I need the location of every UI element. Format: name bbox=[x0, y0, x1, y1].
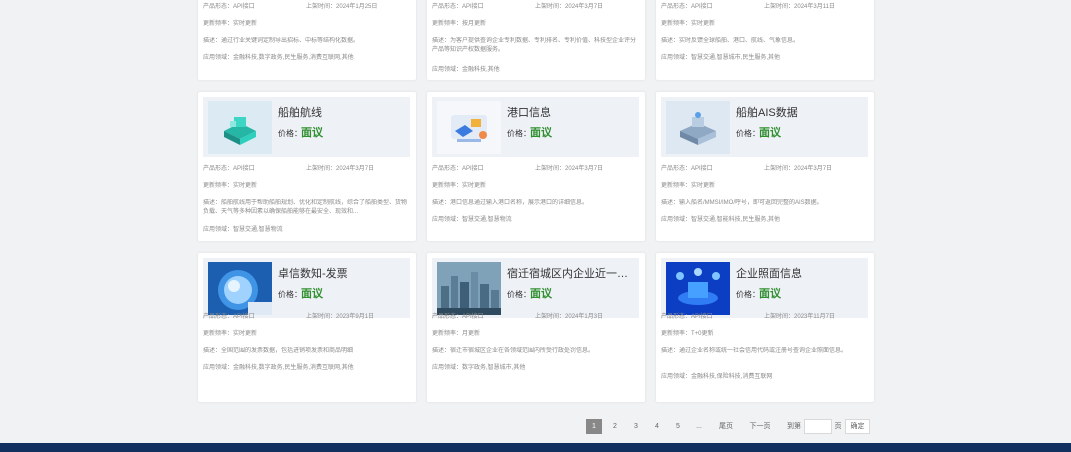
listed-meta: 上架时间：2023年9月1日 bbox=[306, 314, 375, 320]
listed-meta: 上架时间：2024年3月7日 bbox=[535, 4, 604, 10]
field-meta: 应用领域：智慧交通,智能科技,民生服务,其他 bbox=[661, 217, 781, 223]
last-page-button[interactable]: 尾页 bbox=[714, 419, 738, 434]
product-title[interactable]: 港口信息 bbox=[507, 104, 551, 120]
listed-meta: 上架时间：2024年3月7日 bbox=[535, 166, 604, 172]
goto-suffix: 页 bbox=[834, 423, 842, 430]
price-value: 面议 bbox=[530, 127, 552, 139]
description: 描述：为客户提供查询企业专利数据、专利排名、专利价值、科技型企业评分产品等知识产… bbox=[432, 38, 637, 53]
listed-meta: 上架时间：2024年3月7日 bbox=[764, 166, 833, 172]
form-meta: 产品形态：API接口 bbox=[432, 4, 484, 10]
field-meta: 应用领域：智慧交通,智慧城市,民生服务,其他 bbox=[661, 55, 781, 61]
field-meta: 应用领域：金融科技,数字政务,民生服务,消费互联网,其他 bbox=[203, 55, 354, 61]
product-card[interactable]: 产品形态：API接口 上架时间：2024年3月11日 更新频率：实时更新 描述：… bbox=[656, 0, 874, 80]
invoice-image bbox=[208, 262, 272, 315]
listed-meta: 上架时间：2024年1月3日 bbox=[535, 314, 604, 320]
freq-meta: 更新频率：实时更新 bbox=[203, 21, 258, 27]
freq-meta: 更新频率：月更新 bbox=[432, 331, 481, 337]
form-meta: 产品形态：API接口 bbox=[203, 166, 255, 172]
field-meta: 应用领域：智慧交通,智慧物流 bbox=[432, 217, 512, 223]
page-button[interactable]: 5 bbox=[670, 419, 686, 434]
page-ellipsis: ... bbox=[696, 423, 702, 430]
price-value: 面议 bbox=[759, 127, 781, 139]
product-title[interactable]: 船舶航线 bbox=[278, 104, 322, 120]
card-header: 企业照面信息 价格： 面议 bbox=[661, 258, 868, 318]
price-label: 价格： bbox=[507, 290, 531, 299]
goto-confirm-button[interactable]: 确定 bbox=[845, 419, 870, 434]
page-number-input[interactable] bbox=[804, 419, 832, 434]
price-label: 价格： bbox=[278, 290, 302, 299]
description: 描述：全国范围的发票数据，包括进销项发票和商品明细 bbox=[203, 348, 354, 354]
enterprise-image bbox=[666, 262, 730, 315]
price-value: 面议 bbox=[301, 127, 323, 139]
form-meta: 产品形态：API接口 bbox=[203, 4, 255, 10]
field-meta: 应用领域：金融科技,保险科技,消费互联网 bbox=[661, 374, 773, 380]
field-meta: 应用领域：金融科技,数字政务,民生服务,消费互联网,其他 bbox=[203, 365, 354, 371]
description: 描述：港口信息通过输入港口名称，展示港口的详细信息。 bbox=[432, 200, 589, 206]
product-card[interactable]: 企业照面信息 价格： 面议 产品形态：API接口 上架时间：2023年11月7日… bbox=[656, 253, 874, 402]
price-label: 价格： bbox=[736, 290, 760, 299]
description: 描述：实时反馈全球船舶、港口、航线、气象信息。 bbox=[661, 38, 800, 44]
listed-meta: 上架时间：2024年3月7日 bbox=[306, 166, 375, 172]
goto-prefix: 到第 bbox=[787, 423, 801, 430]
freq-meta: 更新频率：按月更新 bbox=[432, 21, 487, 27]
freq-meta: 更新频率：实时更新 bbox=[661, 183, 716, 189]
freq-meta: 更新频率：实时更新 bbox=[203, 183, 258, 189]
price-value: 面议 bbox=[759, 288, 781, 300]
product-card[interactable]: 港口信息 价格： 面议 产品形态：API接口 上架时间：2024年3月7日 更新… bbox=[427, 92, 645, 241]
city-image bbox=[437, 262, 501, 315]
product-title[interactable]: 企业照面信息 bbox=[736, 265, 802, 281]
product-title[interactable]: 船舶AIS数据 bbox=[736, 104, 798, 120]
freq-meta: 更新频率：实时更新 bbox=[661, 21, 716, 27]
product-card[interactable]: 船舶AIS数据 价格： 面议 产品形态：API接口 上架时间：2024年3月7日… bbox=[656, 92, 874, 241]
listed-meta: 上架时间：2023年11月7日 bbox=[764, 314, 835, 320]
card-header: 船舶航线 价格： 面议 bbox=[203, 97, 410, 157]
description: 描述：宿迁市宿城区企业在各领域范围内所受行政处罚信息。 bbox=[432, 348, 595, 354]
card-header: 船舶AIS数据 价格： 面议 bbox=[661, 97, 868, 157]
form-meta: 产品形态：API接口 bbox=[432, 166, 484, 172]
field-meta: 应用领域：智慧交通,智慧物流 bbox=[203, 227, 283, 233]
product-title[interactable]: 卓信数知-发票 bbox=[278, 265, 348, 281]
product-card[interactable]: 宿迁宿城区内企业近一年... 价格： 面议 产品形态：API接口 上架时间：20… bbox=[427, 253, 645, 402]
listed-meta: 上架时间：2024年1月25日 bbox=[306, 4, 378, 10]
card-header: 宿迁宿城区内企业近一年... 价格： 面议 bbox=[432, 258, 639, 318]
product-card[interactable]: 卓信数知-发票 价格： 面议 产品形态：API接口 上架时间：2023年9月1日… bbox=[198, 253, 416, 402]
form-meta: 产品形态：API接口 bbox=[661, 4, 713, 10]
description: 描述：船舶航线用于帮助船舶规划、优化和定制航线，综合了船舶类型、货物负载、天气等… bbox=[203, 200, 408, 215]
form-meta: 产品形态：API接口 bbox=[661, 314, 713, 320]
freq-meta: 更新频率：T+0更新 bbox=[661, 331, 714, 337]
product-card[interactable]: 船舶航线 价格： 面议 产品形态：API接口 上架时间：2024年3月7日 更新… bbox=[198, 92, 416, 241]
card-header: 卓信数知-发票 价格： 面议 bbox=[203, 258, 410, 318]
ship-ais-image bbox=[666, 101, 730, 154]
price-value: 面议 bbox=[301, 288, 323, 300]
page-button[interactable]: 2 bbox=[607, 419, 623, 434]
product-card[interactable]: 产品形态：API接口 上架时间：2024年3月7日 更新频率：按月更新 描述：为… bbox=[427, 0, 645, 80]
form-meta: 产品形态：API接口 bbox=[661, 166, 713, 172]
form-meta: 产品形态：API接口 bbox=[432, 314, 484, 320]
ship-route-image bbox=[208, 101, 272, 154]
form-meta: 产品形态：API接口 bbox=[203, 314, 255, 320]
page-button[interactable]: 3 bbox=[628, 419, 644, 434]
product-card[interactable]: 产品形态：API接口 上架时间：2024年1月25日 更新频率：实时更新 描述：… bbox=[198, 0, 416, 80]
field-meta: 应用领域：金融科技,其他 bbox=[432, 67, 500, 73]
price-label: 价格： bbox=[507, 129, 531, 138]
port-info-image bbox=[437, 101, 501, 154]
listed-meta: 上架时间：2024年3月11日 bbox=[764, 4, 835, 10]
freq-meta: 更新频率：实时更新 bbox=[203, 331, 258, 337]
price-value: 面议 bbox=[530, 288, 552, 300]
page-button[interactable]: 1 bbox=[586, 419, 602, 434]
description: 描述：通过企业名称或统一社会信用代码或注册号查询企业照面信息。 bbox=[661, 348, 848, 354]
card-header: 港口信息 价格： 面议 bbox=[432, 97, 639, 157]
price-label: 价格： bbox=[736, 129, 760, 138]
product-title[interactable]: 宿迁宿城区内企业近一年... bbox=[507, 265, 635, 281]
description: 描述：输入船名/MMSI/IMO/呼号，即可返回完整的AIS数据。 bbox=[661, 200, 823, 206]
field-meta: 应用领域：数字政务,智慧城市,其他 bbox=[432, 365, 526, 371]
footer-bar bbox=[0, 443, 1071, 452]
page-button[interactable]: 4 bbox=[649, 419, 665, 434]
next-page-button[interactable]: 下一页 bbox=[744, 419, 776, 434]
description: 描述：通过行业关键词定制导出招标、中标等结构化数据。 bbox=[203, 38, 360, 44]
price-label: 价格： bbox=[278, 129, 302, 138]
freq-meta: 更新频率：实时更新 bbox=[432, 183, 487, 189]
